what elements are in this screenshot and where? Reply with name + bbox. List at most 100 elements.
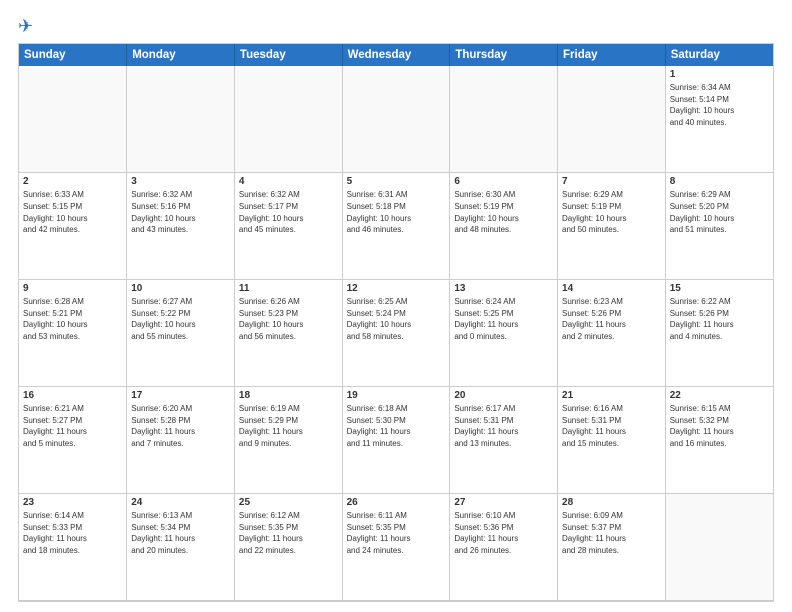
day-cell: 13 Sunrise: 6:24 AM Sunset: 5:25 PM Dayli… [450,280,558,387]
day-cell: 16 Sunrise: 6:21 AM Sunset: 5:27 PM Dayli… [19,387,127,494]
page: ✈ SundayMondayTuesdayWednesdayThursdayFr… [0,0,792,612]
day-cell: 20Sunrise: 6:17 AM Sunset: 5:31 PM Dayli… [450,387,558,494]
day-info: Sunrise: 6:32 AM Sunset: 5:16 PM Dayligh… [131,189,230,235]
col-header-tuesday: Tuesday [234,44,342,66]
week-row-0: 1 Sunrise: 6:34 AM Sunset: 5:14 PM Daylig… [19,66,773,173]
calendar-header-row: SundayMondayTuesdayWednesdayThursdayFrid… [19,44,773,66]
day-info: Sunrise: 6:29 AM Sunset: 5:19 PM Dayligh… [562,189,661,235]
day-number: 13 [454,283,553,294]
day-cell [19,66,127,173]
day-number: 12 [347,283,446,294]
day-cell: 25 Sunrise: 6:12 AM Sunset: 5:35 PM Dayli… [234,494,342,601]
day-cell: 15 Sunrise: 6:22 AM Sunset: 5:26 PM Dayli… [665,280,773,387]
day-cell: 22 Sunrise: 6:15 AM Sunset: 5:32 PM Dayli… [665,387,773,494]
day-number: 15 [670,283,769,294]
day-info: Sunrise: 6:25 AM Sunset: 5:24 PM Dayligh… [347,296,446,342]
day-cell: 8 Sunrise: 6:29 AM Sunset: 5:20 PM Daylig… [665,173,773,280]
day-info: Sunrise: 6:12 AM Sunset: 5:35 PM Dayligh… [239,510,338,556]
day-cell: 21 Sunrise: 6:16 AM Sunset: 5:31 PM Dayli… [558,387,666,494]
day-number: 10 [131,283,230,294]
day-number: 4 [239,176,338,187]
week-row-1: 2 Sunrise: 6:33 AM Sunset: 5:15 PM Daylig… [19,173,773,280]
day-number: 3 [131,176,230,187]
day-number: 25 [239,497,338,508]
col-header-saturday: Saturday [665,44,773,66]
day-info: Sunrise: 6:33 AM Sunset: 5:15 PM Dayligh… [23,189,122,235]
day-cell [342,66,450,173]
day-info: Sunrise: 6:26 AM Sunset: 5:23 PM Dayligh… [239,296,338,342]
day-info: Sunrise: 6:22 AM Sunset: 5:26 PM Dayligh… [670,296,769,342]
day-info: Sunrise: 6:18 AM Sunset: 5:30 PM Dayligh… [347,403,446,449]
logo-icon: ✈ [18,16,33,37]
day-cell: 27 Sunrise: 6:10 AM Sunset: 5:36 PM Dayli… [450,494,558,601]
day-number: 18 [239,390,338,401]
day-cell: 9 Sunrise: 6:28 AM Sunset: 5:21 PM Daylig… [19,280,127,387]
day-cell: 5 Sunrise: 6:31 AM Sunset: 5:18 PM Daylig… [342,173,450,280]
day-cell [127,66,235,173]
day-cell [450,66,558,173]
day-number: 2 [23,176,122,187]
day-info: Sunrise: 6:29 AM Sunset: 5:20 PM Dayligh… [670,189,769,235]
day-number: 1 [670,69,769,80]
day-number: 23 [23,497,122,508]
day-number: 6 [454,176,553,187]
day-info: Sunrise: 6:34 AM Sunset: 5:14 PM Dayligh… [670,82,769,128]
day-number: 5 [347,176,446,187]
day-cell: 26 Sunrise: 6:11 AM Sunset: 5:35 PM Dayli… [342,494,450,601]
day-number: 11 [239,283,338,294]
day-info: Sunrise: 6:28 AM Sunset: 5:21 PM Dayligh… [23,296,122,342]
week-row-2: 9 Sunrise: 6:28 AM Sunset: 5:21 PM Daylig… [19,280,773,387]
day-cell: 12 Sunrise: 6:25 AM Sunset: 5:24 PM Dayli… [342,280,450,387]
day-number: 20 [454,390,553,401]
day-number: 8 [670,176,769,187]
day-info: Sunrise: 6:09 AM Sunset: 5:37 PM Dayligh… [562,510,661,556]
col-header-wednesday: Wednesday [342,44,450,66]
day-info: Sunrise: 6:32 AM Sunset: 5:17 PM Dayligh… [239,189,338,235]
day-info: Sunrise: 6:30 AM Sunset: 5:19 PM Dayligh… [454,189,553,235]
day-number: 9 [23,283,122,294]
day-info: Sunrise: 6:20 AM Sunset: 5:28 PM Dayligh… [131,403,230,449]
day-cell: 7 Sunrise: 6:29 AM Sunset: 5:19 PM Daylig… [558,173,666,280]
day-number: 27 [454,497,553,508]
day-info: Sunrise: 6:31 AM Sunset: 5:18 PM Dayligh… [347,189,446,235]
day-info: Sunrise: 6:10 AM Sunset: 5:36 PM Dayligh… [454,510,553,556]
day-cell: 4 Sunrise: 6:32 AM Sunset: 5:17 PM Daylig… [234,173,342,280]
day-cell: 6 Sunrise: 6:30 AM Sunset: 5:19 PM Daylig… [450,173,558,280]
day-number: 21 [562,390,661,401]
col-header-friday: Friday [558,44,666,66]
day-info: Sunrise: 6:14 AM Sunset: 5:33 PM Dayligh… [23,510,122,556]
day-cell: 10 Sunrise: 6:27 AM Sunset: 5:22 PM Dayli… [127,280,235,387]
col-header-thursday: Thursday [450,44,558,66]
day-info: Sunrise: 6:27 AM Sunset: 5:22 PM Dayligh… [131,296,230,342]
day-cell: 24Sunrise: 6:13 AM Sunset: 5:34 PM Dayli… [127,494,235,601]
day-cell: 11 Sunrise: 6:26 AM Sunset: 5:23 PM Dayli… [234,280,342,387]
day-cell [558,66,666,173]
day-cell: 3 Sunrise: 6:32 AM Sunset: 5:16 PM Daylig… [127,173,235,280]
day-info: Sunrise: 6:16 AM Sunset: 5:31 PM Dayligh… [562,403,661,449]
day-info: Sunrise: 6:23 AM Sunset: 5:26 PM Dayligh… [562,296,661,342]
day-number: 7 [562,176,661,187]
calendar: SundayMondayTuesdayWednesdayThursdayFrid… [18,43,774,602]
week-row-4: 23 Sunrise: 6:14 AM Sunset: 5:33 PM Dayli… [19,494,773,601]
col-header-sunday: Sunday [19,44,127,66]
day-number: 16 [23,390,122,401]
day-number: 28 [562,497,661,508]
day-number: 17 [131,390,230,401]
day-cell [665,494,773,601]
day-number: 19 [347,390,446,401]
day-info: Sunrise: 6:15 AM Sunset: 5:32 PM Dayligh… [670,403,769,449]
day-cell [234,66,342,173]
day-number: 26 [347,497,446,508]
day-info: Sunrise: 6:21 AM Sunset: 5:27 PM Dayligh… [23,403,122,449]
day-info: Sunrise: 6:13 AM Sunset: 5:34 PM Dayligh… [131,510,230,556]
day-number: 14 [562,283,661,294]
day-number: 22 [670,390,769,401]
day-info: Sunrise: 6:19 AM Sunset: 5:29 PM Dayligh… [239,403,338,449]
logo: ✈ [18,16,37,37]
day-cell: 18 Sunrise: 6:19 AM Sunset: 5:29 PM Dayli… [234,387,342,494]
day-cell: 17 Sunrise: 6:20 AM Sunset: 5:28 PM Dayli… [127,387,235,494]
day-info: Sunrise: 6:11 AM Sunset: 5:35 PM Dayligh… [347,510,446,556]
day-cell: 1 Sunrise: 6:34 AM Sunset: 5:14 PM Daylig… [665,66,773,173]
week-row-3: 16 Sunrise: 6:21 AM Sunset: 5:27 PM Dayli… [19,387,773,494]
day-info: Sunrise: 6:24 AM Sunset: 5:25 PM Dayligh… [454,296,553,342]
